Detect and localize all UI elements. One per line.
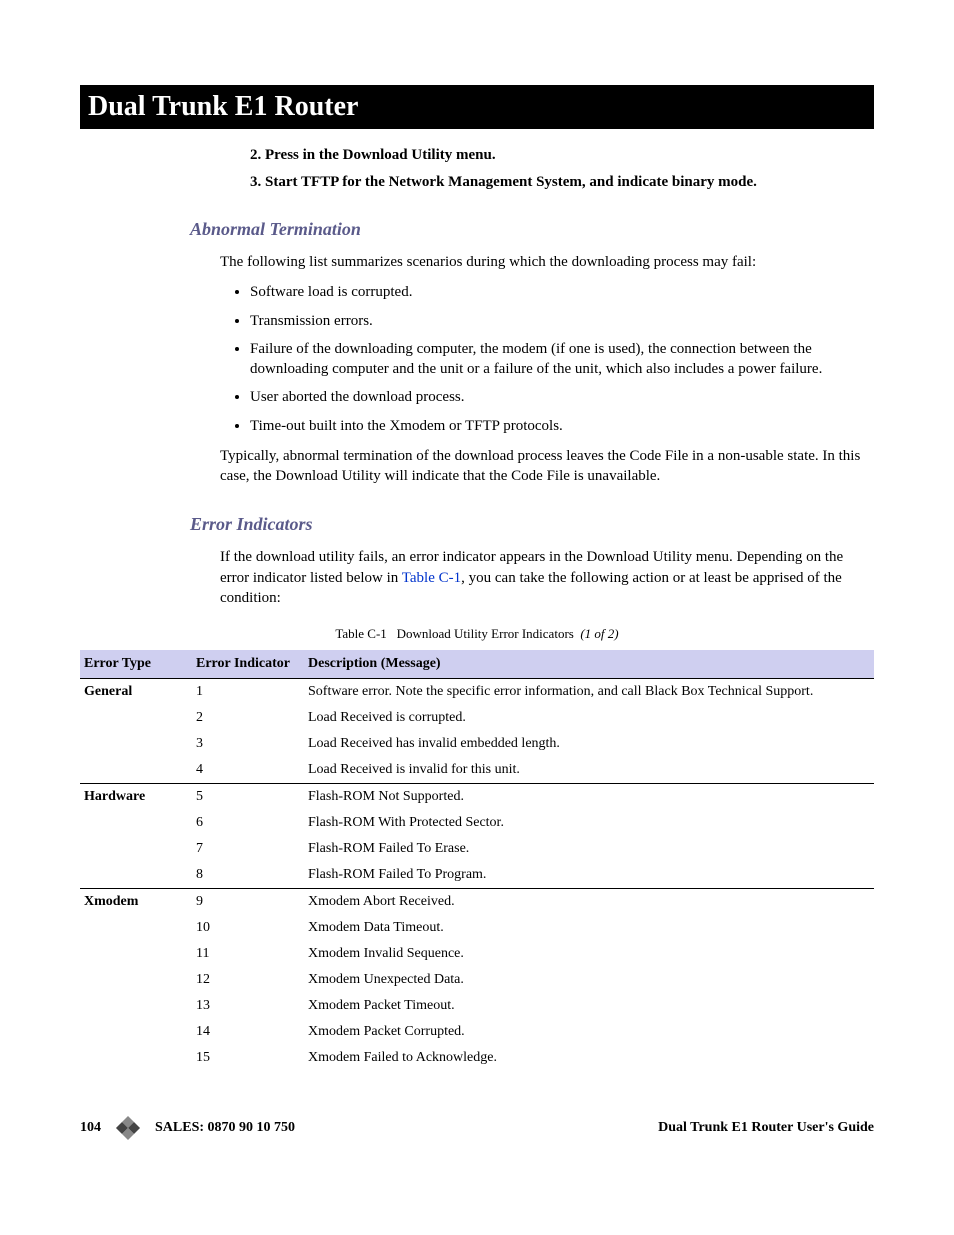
list-item: Failure of the downloading computer, the… [250, 339, 874, 380]
cell-description: Flash-ROM Not Supported. [304, 784, 874, 811]
step-2: 2. Press in the Download Utility menu. [250, 147, 874, 164]
step-3: 3. Start TFTP for the Network Management… [250, 174, 874, 191]
cell-error-type [80, 731, 192, 757]
cell-error-indicator: 13 [192, 993, 304, 1019]
cell-error-type [80, 810, 192, 836]
cell-description: Xmodem Packet Timeout. [304, 993, 874, 1019]
cell-error-type [80, 967, 192, 993]
table-row: 10Xmodem Data Timeout. [80, 915, 874, 941]
cell-error-indicator: 2 [192, 705, 304, 731]
cell-description: Load Received has invalid embedded lengt… [304, 731, 874, 757]
cell-description: Flash-ROM With Protected Sector. [304, 810, 874, 836]
list-item: Time-out built into the Xmodem or TFTP p… [250, 416, 874, 436]
cell-error-type [80, 862, 192, 889]
table-c1-link[interactable]: Table C-1 [402, 570, 461, 586]
caption-label: Table C-1 [335, 626, 386, 641]
table-caption: Table C-1 Download Utility Error Indicat… [80, 626, 874, 642]
cell-error-type [80, 1019, 192, 1045]
table-row: 2Load Received is corrupted. [80, 705, 874, 731]
cell-error-indicator: 4 [192, 757, 304, 784]
th-description: Description (Message) [304, 650, 874, 679]
cell-description: Flash-ROM Failed To Program. [304, 862, 874, 889]
cell-error-type [80, 993, 192, 1019]
table-body: General1Software error. Note the specifi… [80, 679, 874, 1072]
abnormal-intro: The following list summarizes scenarios … [220, 252, 874, 272]
caption-page: (1 of 2) [580, 626, 618, 641]
table-row: 6Flash-ROM With Protected Sector. [80, 810, 874, 836]
table-row: 3Load Received has invalid embedded leng… [80, 731, 874, 757]
cell-error-type [80, 941, 192, 967]
list-item: Software load is corrupted. [250, 282, 874, 302]
cell-description: Xmodem Data Timeout. [304, 915, 874, 941]
cell-description: Xmodem Unexpected Data. [304, 967, 874, 993]
table-row: 4Load Received is invalid for this unit. [80, 757, 874, 784]
cell-error-indicator: 8 [192, 862, 304, 889]
abnormal-bullets: Software load is corrupted. Transmission… [230, 282, 874, 436]
cell-error-indicator: 5 [192, 784, 304, 811]
th-error-indicator: Error Indicator [192, 650, 304, 679]
table-row: 12Xmodem Unexpected Data. [80, 967, 874, 993]
cell-error-type [80, 757, 192, 784]
error-indicators-table: Error Type Error Indicator Description (… [80, 650, 874, 1071]
cell-error-type [80, 705, 192, 731]
table-row: 14Xmodem Packet Corrupted. [80, 1019, 874, 1045]
page-number: 104 [80, 1120, 101, 1136]
cell-error-type [80, 836, 192, 862]
cell-error-indicator: 1 [192, 679, 304, 706]
cell-error-type: Xmodem [80, 889, 192, 916]
caption-title: Download Utility Error Indicators [397, 626, 574, 641]
table-row: 8Flash-ROM Failed To Program. [80, 862, 874, 889]
table-row: Hardware5Flash-ROM Not Supported. [80, 784, 874, 811]
cell-error-indicator: 7 [192, 836, 304, 862]
cell-error-indicator: 3 [192, 731, 304, 757]
table-row: 7Flash-ROM Failed To Erase. [80, 836, 874, 862]
cell-description: Xmodem Failed to Acknowledge. [304, 1045, 874, 1071]
diamond-logo-icon [111, 1111, 145, 1145]
cell-error-type: General [80, 679, 192, 706]
guide-title: Dual Trunk E1 Router User's Guide [658, 1120, 874, 1136]
cell-error-indicator: 10 [192, 915, 304, 941]
heading-error-indicators: Error Indicators [190, 514, 874, 535]
cell-error-indicator: 15 [192, 1045, 304, 1071]
cell-error-type: Hardware [80, 784, 192, 811]
sales-phone: SALES: 0870 90 10 750 [155, 1120, 295, 1136]
cell-description: Xmodem Packet Corrupted. [304, 1019, 874, 1045]
cell-error-indicator: 6 [192, 810, 304, 836]
table-row: 13Xmodem Packet Timeout. [80, 993, 874, 1019]
table-row: 11Xmodem Invalid Sequence. [80, 941, 874, 967]
numbered-steps: 2. Press in the Download Utility menu. 3… [250, 147, 874, 191]
table-row: 15Xmodem Failed to Acknowledge. [80, 1045, 874, 1071]
cell-error-indicator: 9 [192, 889, 304, 916]
list-item: Transmission errors. [250, 311, 874, 331]
cell-error-indicator: 12 [192, 967, 304, 993]
error-intro: If the download utility fails, an error … [220, 547, 874, 608]
abnormal-after: Typically, abnormal termination of the d… [220, 446, 874, 487]
th-error-type: Error Type [80, 650, 192, 679]
table-row: General1Software error. Note the specifi… [80, 679, 874, 706]
cell-description: Load Received is corrupted. [304, 705, 874, 731]
cell-description: Flash-ROM Failed To Erase. [304, 836, 874, 862]
cell-description: Software error. Note the specific error … [304, 679, 874, 706]
cell-error-indicator: 11 [192, 941, 304, 967]
table-row: Xmodem9Xmodem Abort Received. [80, 889, 874, 916]
page-title-bar: Dual Trunk E1 Router [80, 85, 874, 129]
cell-error-indicator: 14 [192, 1019, 304, 1045]
cell-description: Load Received is invalid for this unit. [304, 757, 874, 784]
cell-description: Xmodem Invalid Sequence. [304, 941, 874, 967]
cell-error-type [80, 1045, 192, 1071]
page-footer: 104 SALES: 0870 90 10 750 Dual Trunk E1 … [80, 1111, 874, 1145]
list-item: User aborted the download process. [250, 387, 874, 407]
cell-description: Xmodem Abort Received. [304, 889, 874, 916]
heading-abnormal-termination: Abnormal Termination [190, 219, 874, 240]
cell-error-type [80, 915, 192, 941]
